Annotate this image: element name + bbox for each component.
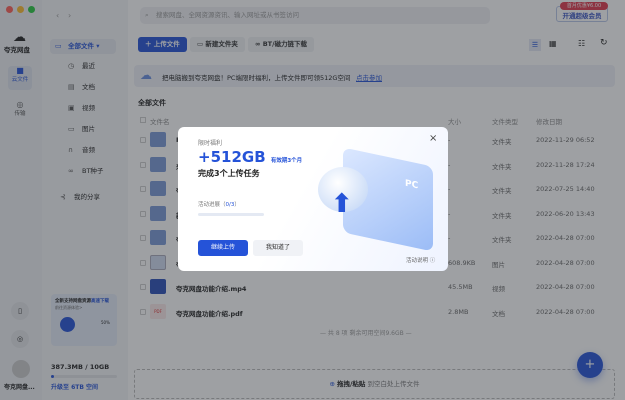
rules-link[interactable]: 活动说明 ⓘ — [406, 256, 435, 264]
close-icon[interactable]: × — [429, 133, 437, 144]
continue-upload-button[interactable]: 继续上传 — [198, 240, 248, 256]
progress-bar — [198, 213, 264, 216]
got-it-button[interactable]: 我知道了 — [253, 240, 303, 256]
promo-modal: 限时福利 +512GB 有效期3个月 完成3个上传任务 活动进展（0/3） 继续… — [178, 127, 448, 271]
upload-arrow-icon: ⬆ — [331, 189, 353, 219]
